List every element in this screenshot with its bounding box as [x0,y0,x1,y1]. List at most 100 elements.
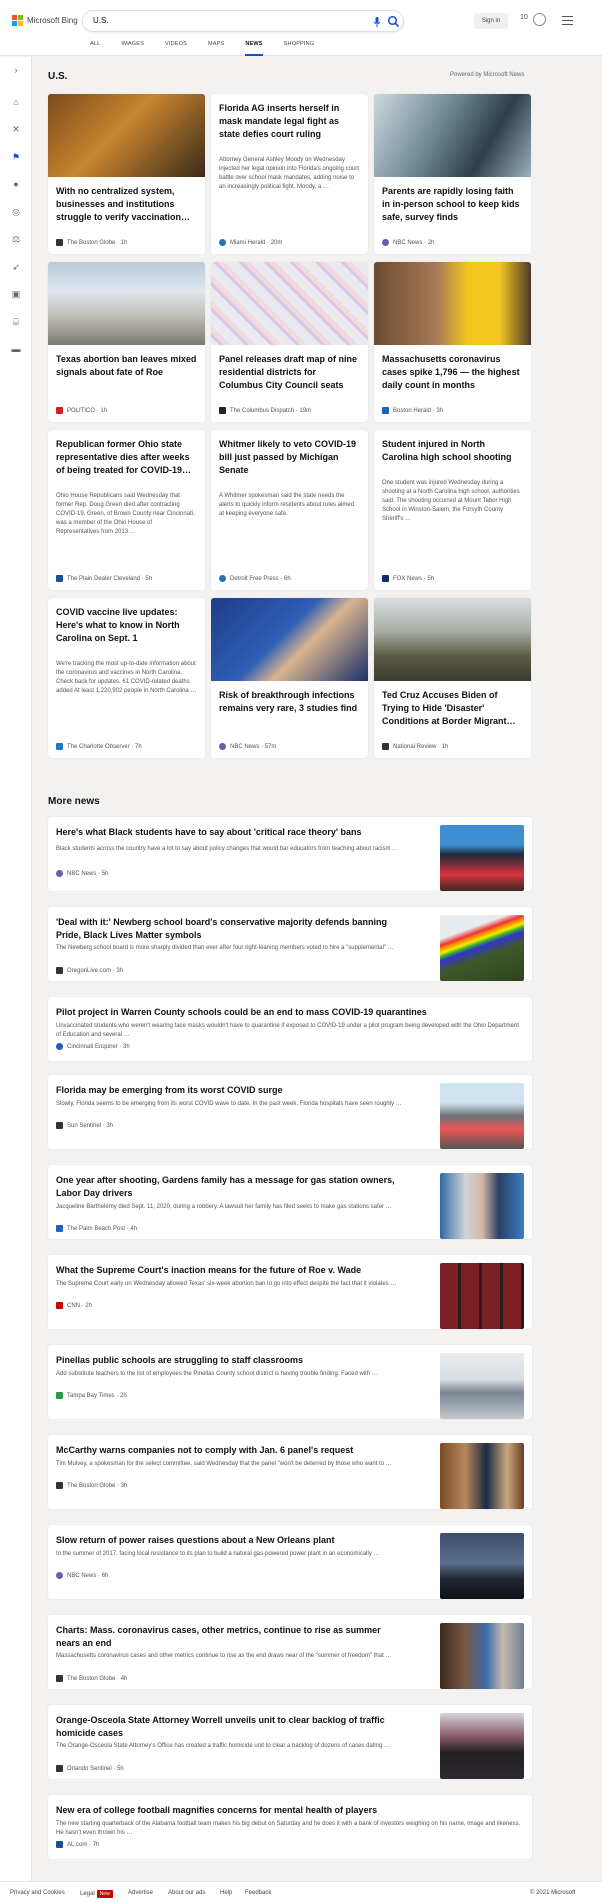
news-list-item[interactable]: New era of college football magnifies co… [48,1795,532,1859]
news-list-item[interactable]: Orange-Osceola State Attorney Worrell un… [48,1705,532,1779]
news-card[interactable]: Whitmer likely to veto COVID-19 bill jus… [211,430,368,590]
source-logo-icon [219,575,226,582]
news-card[interactable]: Texas abortion ban leaves mixed signals … [48,262,205,422]
news-card[interactable]: Student injured in North Carolina high s… [374,430,531,590]
about-ads-link[interactable]: About our ads [168,1890,205,1896]
globe-icon[interactable]: ◎ [11,207,21,217]
news-card[interactable]: Parents are rapidly losing faith in in-p… [374,94,531,254]
card-source: The Charlotte Observer · 7h [56,743,142,750]
card-source: Miami Herald · 20m [219,239,282,246]
card-title: Ted Cruz Accuses Biden of Trying to Hide… [382,690,516,726]
news-image [211,262,368,345]
sign-in-button[interactable]: Sign in [474,13,508,29]
search-input[interactable] [93,16,343,25]
item-snippet: Massachusetts coronavirus cases and othe… [56,1653,392,1659]
tab-videos[interactable]: VIDEOS [165,41,187,56]
item-title: Orange-Osceola State Attorney Worrell un… [56,1715,385,1738]
microsoft-logo-icon [12,15,23,26]
news-card[interactable]: Massachusetts coronavirus cases spike 1,… [374,262,531,422]
location-icon[interactable]: ● [11,179,21,189]
expand-chevron-icon[interactable]: › [11,65,21,75]
news-list-item[interactable]: Pilot project in Warren County schools c… [48,997,532,1061]
section-title: U.S. [48,71,68,82]
bing-logo[interactable]: Microsoft Bing [12,15,78,26]
news-list-item[interactable]: One year after shooting, Gardens family … [48,1165,532,1239]
card-snippet: We're tracking the most up-to-date infor… [56,661,197,694]
news-image [374,94,531,177]
news-list-item[interactable]: McCarthy warns companies not to comply w… [48,1435,532,1509]
card-icon[interactable]: ▬ [11,344,21,354]
help-link[interactable]: Help [220,1890,232,1896]
privacy-link[interactable]: Privacy and Cookies [10,1890,65,1896]
news-list-item[interactable]: Charts: Mass. coronavirus cases, other m… [48,1615,532,1689]
feedback-link[interactable]: Feedback [245,1890,271,1896]
item-title: McCarthy warns companies not to comply w… [56,1445,354,1455]
flag-icon[interactable]: ⚑ [11,152,21,162]
source-logo-icon [219,407,226,414]
news-card[interactable]: With no centralized system, businesses a… [48,94,205,254]
item-title: Pilot project in Warren County schools c… [56,1007,427,1017]
rocket-icon[interactable]: ➶ [11,262,21,272]
powered-by: Powered by Microsoft News [450,72,525,78]
item-title: What the Supreme Court's inaction means … [56,1265,362,1275]
news-card[interactable]: COVID vaccine live updates: Here's what … [48,598,205,758]
news-list-item[interactable]: Pinellas public schools are struggling t… [48,1345,532,1419]
news-list-item[interactable]: What the Supreme Court's inaction means … [48,1255,532,1329]
film-icon[interactable]: ▣ [11,289,21,299]
more-news-title: More news [48,796,100,807]
item-title: Charts: Mass. coronavirus cases, other m… [56,1625,381,1648]
source-logo-icon [56,575,63,582]
card-title: Risk of breakthrough infections remains … [219,690,358,713]
news-card[interactable]: Panel releases draft map of nine residen… [211,262,368,422]
news-thumbnail [440,1533,524,1599]
rewards-points[interactable]: 10 [520,14,528,21]
card-source: National Review · 1h [382,743,448,750]
microphone-icon[interactable] [371,16,383,28]
news-card[interactable]: Ted Cruz Accuses Biden of Trying to Hide… [374,598,531,758]
tab-images[interactable]: IMAGES [121,41,144,56]
item-snippet: The Newberg school board is more sharply… [56,945,394,951]
search-tabs: ALL IMAGES VIDEOS MAPS NEWS SHOPPING [90,41,335,56]
left-rail: › ⌂ ✕ ⚑ ● ◎ ⚖ ➶ ▣ ⌸ ▬ [0,57,32,1903]
legal-link[interactable]: Legal New [80,1890,113,1898]
advertise-link[interactable]: Advertise [128,1890,153,1896]
card-title: Republican former Ohio state representat… [56,439,192,475]
item-title: Pinellas public schools are struggling t… [56,1355,304,1365]
tab-news[interactable]: NEWS [245,41,263,56]
source-logo-icon [56,1302,63,1309]
hamburger-menu-icon[interactable] [562,16,573,28]
item-snippet: Unvaccinated students who weren't wearin… [56,1023,519,1038]
card-snippet: A Whitmer spokesman said the state needs… [219,493,355,517]
card-snippet: Attorney General Ashley Moody on Wednesd… [219,157,359,190]
search-icon[interactable] [387,15,400,28]
source-logo-icon [56,1675,63,1682]
tab-maps[interactable]: MAPS [208,41,224,56]
item-source: AL.com · 7h [56,1841,99,1848]
item-title: Florida may be emerging from its worst C… [56,1085,283,1095]
news-list-item[interactable]: Here's what Black students have to say a… [48,817,532,891]
news-card[interactable]: Risk of breakthrough infections remains … [211,598,368,758]
news-list-item[interactable]: Slow return of power raises questions ab… [48,1525,532,1599]
news-list-item[interactable]: Florida may be emerging from its worst C… [48,1075,532,1149]
scale-icon[interactable]: ⚖ [11,234,21,244]
news-list-item[interactable]: 'Deal with it:' Newberg school board's c… [48,907,532,981]
item-source: NBC News · 5h [56,870,108,877]
news-image [374,598,531,681]
home-icon[interactable]: ⌂ [11,97,21,107]
tools-icon[interactable]: ✕ [11,124,21,134]
rewards-medal-icon[interactable] [533,13,546,26]
card-title: Parents are rapidly losing faith in in-p… [382,186,520,222]
source-logo-icon [56,743,63,750]
bank-icon[interactable]: ⌸ [11,317,21,327]
news-card[interactable]: Republican former Ohio state representat… [48,430,205,590]
item-source: The Boston Globe · 4h [56,1675,127,1682]
tab-shopping[interactable]: SHOPPING [284,41,315,56]
news-thumbnail [440,825,524,891]
news-card[interactable]: Florida AG inserts herself in mask manda… [211,94,368,254]
news-thumbnail [440,1443,524,1509]
tab-all[interactable]: ALL [90,41,100,56]
card-source: The Columbus Dispatch · 19m [219,407,311,414]
source-logo-icon [382,743,389,750]
item-source: Tampa Bay Times · 2h [56,1392,127,1399]
source-logo-icon [382,575,389,582]
